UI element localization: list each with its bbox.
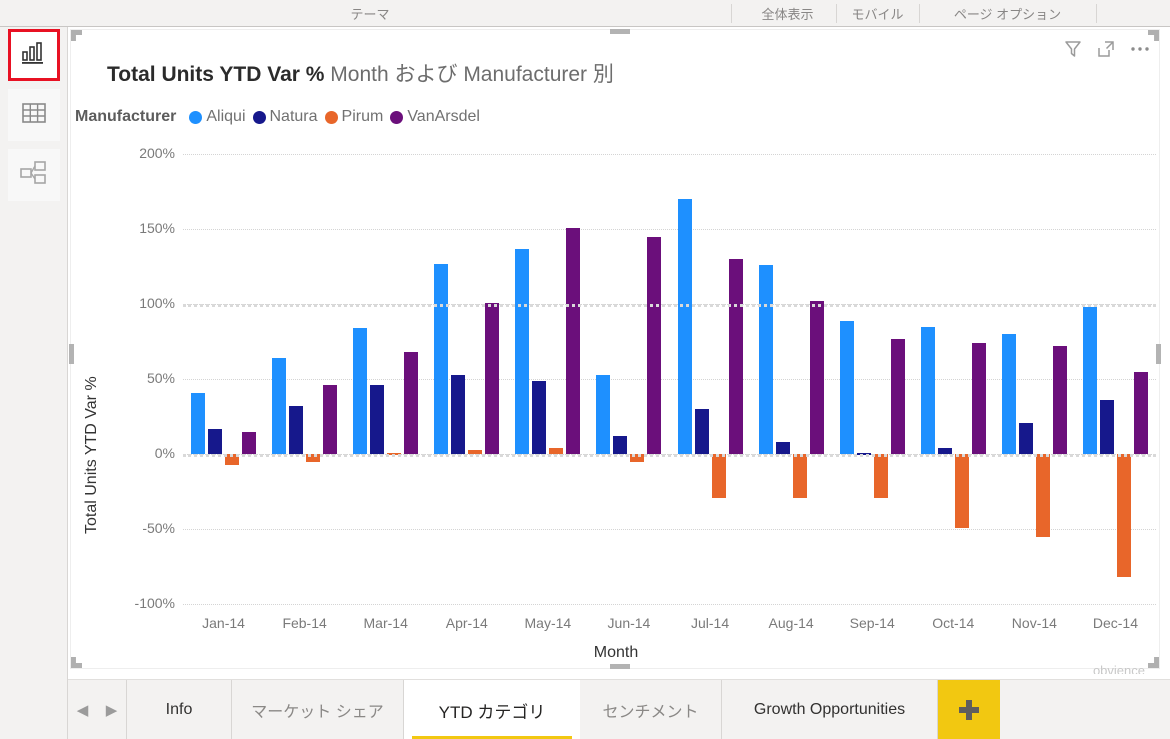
bar-pirum-dec-14[interactable] [1117, 454, 1131, 577]
y-axis-tick-label: 150% [113, 220, 175, 236]
bar-natura-mar-14[interactable] [370, 385, 384, 454]
bar-pirum-oct-14[interactable] [955, 454, 969, 528]
plot-area: Total Units YTD Var % 200% 150% 100% 50% 0% -5… [71, 30, 1161, 670]
gridline [183, 604, 1156, 605]
bar-aliqui-jan-14[interactable] [191, 393, 205, 455]
bar-aliqui-mar-14[interactable] [353, 328, 367, 454]
bar-vanarsdel-nov-14[interactable] [1053, 346, 1067, 454]
bar-vanarsdel-dec-14[interactable] [1134, 372, 1148, 455]
bar-vanarsdel-apr-14[interactable] [485, 303, 499, 455]
view-switcher-rail [0, 27, 68, 739]
y-axis-title: Total Units YTD Var % [83, 376, 101, 534]
bar-natura-feb-14[interactable] [289, 406, 303, 454]
bar-vanarsdel-jul-14[interactable] [729, 259, 743, 454]
tab-growth-opportunities[interactable]: Growth Opportunities [722, 680, 938, 739]
x-axis-tick-label: Apr-14 [426, 615, 507, 631]
x-axis-tick-label: Feb-14 [264, 615, 345, 631]
tab-prev-button[interactable]: ◀ [77, 701, 89, 719]
bar-vanarsdel-feb-14[interactable] [323, 385, 337, 454]
bar-aliqui-jun-14[interactable] [596, 375, 610, 455]
x-axis-tick-label: Oct-14 [913, 615, 994, 631]
gridline [183, 529, 1156, 530]
relationships-icon [20, 161, 48, 190]
bar-natura-nov-14[interactable] [1019, 423, 1033, 455]
x-axis-tick-label: Sep-14 [832, 615, 913, 631]
x-axis-tick-label: Jan-14 [183, 615, 264, 631]
y-axis-tick-label: 0% [113, 445, 175, 461]
gridline [183, 229, 1156, 230]
bar-natura-jul-14[interactable] [695, 409, 709, 454]
report-canvas: Total Units YTD Var % Month および Manufact… [68, 27, 1170, 673]
tab-info[interactable]: Info [127, 680, 232, 739]
bar-aliqui-may-14[interactable] [515, 249, 529, 455]
bar-vanarsdel-may-14[interactable] [566, 228, 580, 455]
bar-natura-apr-14[interactable] [451, 375, 465, 455]
sidebar-item-report-view[interactable] [8, 29, 60, 81]
bar-pirum-aug-14[interactable] [793, 454, 807, 498]
bar-vanarsdel-jan-14[interactable] [242, 432, 256, 455]
x-axis-tick-label: Dec-14 [1075, 615, 1156, 631]
ribbon-item-mobile[interactable]: モバイル [840, 0, 915, 27]
bar-natura-may-14[interactable] [532, 381, 546, 455]
x-axis-tick-label: Aug-14 [751, 615, 832, 631]
x-axis-tick-label: Mar-14 [345, 615, 426, 631]
bar-aliqui-aug-14[interactable] [759, 265, 773, 454]
tab-market-share[interactable]: マーケット シェア [232, 680, 404, 739]
ribbon-item-theme[interactable]: テーマ [320, 0, 420, 27]
y-axis-tick-label: 200% [113, 145, 175, 161]
bar-vanarsdel-jun-14[interactable] [647, 237, 661, 455]
bar-vanarsdel-aug-14[interactable] [810, 301, 824, 454]
bar-pirum-sep-14[interactable] [874, 454, 888, 498]
watermark-text: obvience [1093, 663, 1145, 674]
bar-aliqui-dec-14[interactable] [1083, 307, 1097, 454]
bar-vanarsdel-oct-14[interactable] [972, 343, 986, 454]
x-axis-tick-label: Jul-14 [670, 615, 751, 631]
x-axis-tick-label: Jun-14 [588, 615, 669, 631]
bar-natura-jun-14[interactable] [613, 436, 627, 454]
tab-next-button[interactable]: ▶ [106, 701, 118, 719]
ribbon-item-fit-to-page[interactable]: 全体表示 [740, 0, 835, 27]
bar-vanarsdel-mar-14[interactable] [404, 352, 418, 454]
tab-ytd-category[interactable]: YTD カテゴリ [404, 680, 580, 739]
sidebar-item-data-view[interactable] [8, 89, 60, 141]
bar-aliqui-apr-14[interactable] [434, 264, 448, 455]
gridline [183, 154, 1156, 155]
bar-chart-icon [21, 41, 47, 70]
clustered-column-chart-visual[interactable]: Total Units YTD Var % Month および Manufact… [70, 29, 1160, 669]
bar-aliqui-nov-14[interactable] [1002, 334, 1016, 454]
power-bi-report-window: テーマ 全体表示 モバイル ページ オプション [0, 0, 1170, 739]
ribbon-bar: テーマ 全体表示 モバイル ページ オプション [0, 0, 1170, 27]
bar-aliqui-feb-14[interactable] [272, 358, 286, 454]
y-axis-tick-label: 100% [113, 295, 175, 311]
table-grid-icon [21, 101, 47, 130]
tab-sentiment[interactable]: センチメント [580, 680, 722, 739]
gridline-overlay [183, 304, 1156, 307]
ribbon-item-page-options[interactable]: ページ オプション [925, 0, 1090, 27]
x-axis-tick-label: Nov-14 [994, 615, 1075, 631]
tab-nav-arrows: ◀ ▶ [68, 680, 127, 739]
gridline-overlay [183, 454, 1156, 457]
bar-pirum-nov-14[interactable] [1036, 454, 1050, 537]
plus-icon [959, 700, 979, 720]
x-axis-tick-label: May-14 [507, 615, 588, 631]
bar-natura-aug-14[interactable] [776, 442, 790, 454]
bar-vanarsdel-sep-14[interactable] [891, 339, 905, 455]
x-axis-title: Month [71, 644, 1161, 662]
y-axis-tick-label: -100% [113, 595, 175, 611]
sidebar-item-model-view[interactable] [8, 149, 60, 201]
y-axis-tick-label: 50% [113, 370, 175, 386]
bar-aliqui-oct-14[interactable] [921, 327, 935, 455]
add-page-button[interactable] [938, 680, 1000, 739]
bar-natura-dec-14[interactable] [1100, 400, 1114, 454]
bar-natura-jan-14[interactable] [208, 429, 222, 455]
bar-aliqui-sep-14[interactable] [840, 321, 854, 455]
page-tab-bar: ◀ ▶ Info マーケット シェア YTD カテゴリ センチメント Growt… [68, 679, 1170, 739]
y-axis-tick-label: -50% [113, 520, 175, 536]
bar-pirum-jul-14[interactable] [712, 454, 726, 498]
bar-aliqui-jul-14[interactable] [678, 199, 692, 454]
